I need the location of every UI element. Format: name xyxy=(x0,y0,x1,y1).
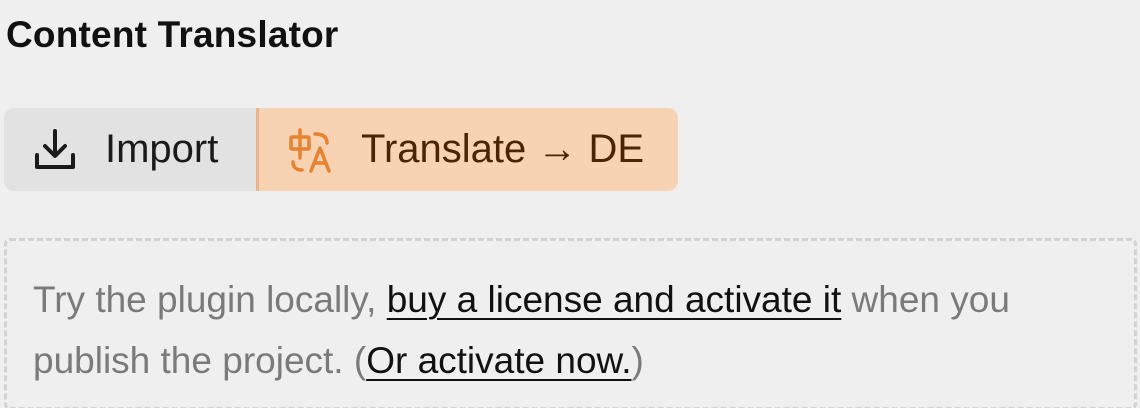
action-toolbar: Import Translate → DE xyxy=(4,108,678,191)
license-notice: Try the plugin locally, buy a license an… xyxy=(4,238,1137,408)
buy-license-link[interactable]: buy a license and activate it xyxy=(387,279,842,320)
import-button-label: Import xyxy=(105,127,219,171)
translate-button[interactable]: Translate → DE xyxy=(256,108,678,191)
download-icon xyxy=(31,126,79,174)
notice-text-after: ) xyxy=(631,340,644,381)
activate-now-link[interactable]: Or activate now. xyxy=(366,340,631,381)
content-translator-panel: Content Translator Import Translate → DE… xyxy=(0,0,1140,408)
import-button[interactable]: Import xyxy=(4,108,256,191)
translate-button-label: Translate → DE xyxy=(361,127,645,171)
panel-title: Content Translator xyxy=(6,14,339,55)
notice-text-before: Try the plugin locally, xyxy=(33,279,387,320)
translate-icon xyxy=(287,126,335,174)
